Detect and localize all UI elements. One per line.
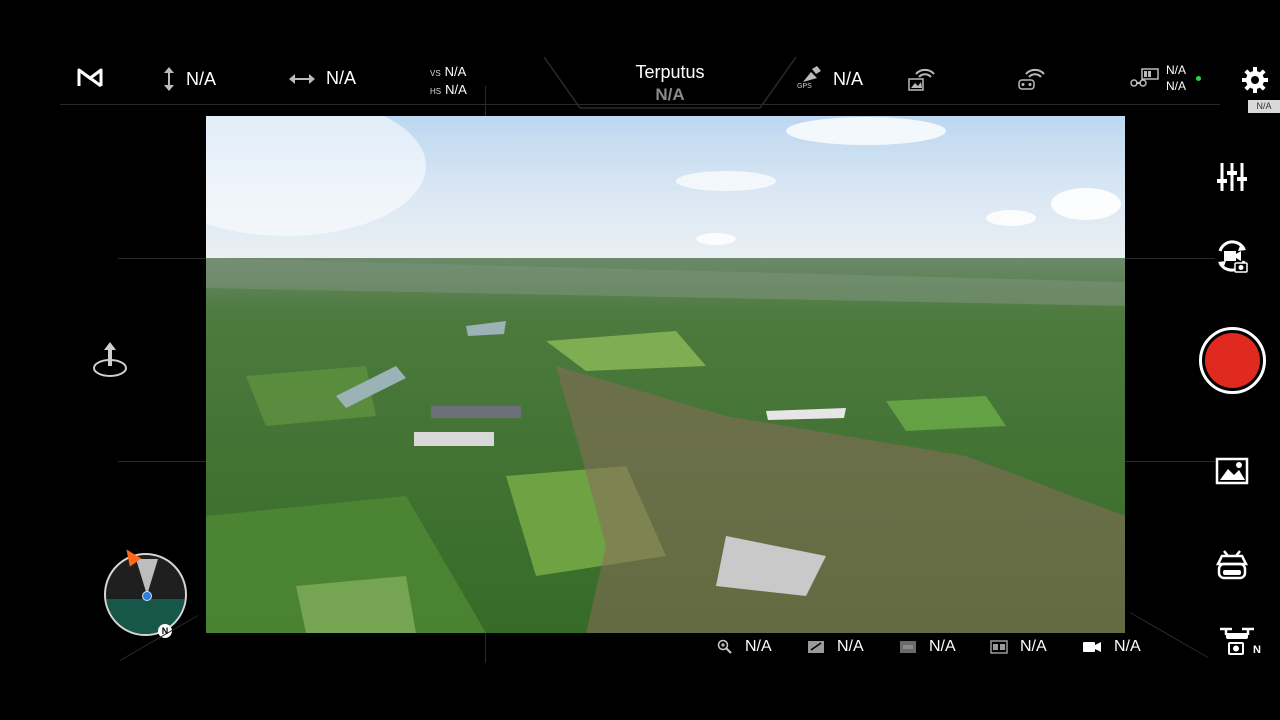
hud-line-left-upper	[118, 258, 206, 259]
iso-value: N/A	[929, 638, 956, 655]
zoom-value: N/A	[745, 638, 772, 655]
connection-status-sub: N/A	[655, 85, 685, 104]
drone-camera-icon	[1220, 627, 1254, 655]
record-button[interactable]	[1199, 327, 1266, 394]
hs-label: HS	[430, 87, 442, 96]
heading-cone	[136, 559, 158, 595]
hud-line-left-lower	[118, 461, 206, 462]
shutter-indicator[interactable]: N/A	[990, 638, 1047, 656]
battery-value-2: N/A	[1166, 79, 1187, 93]
drone-camera-mode-button[interactable]: N	[1212, 620, 1262, 660]
distance-indicator: N/A	[288, 68, 356, 89]
image-signal-icon	[908, 68, 935, 91]
status-dot	[1196, 75, 1202, 81]
video-value: N/A	[1114, 638, 1141, 655]
shutter-icon	[990, 640, 1008, 654]
drone-logo-icon	[77, 68, 103, 88]
aircraft-position-dot	[142, 591, 152, 601]
vertical-arrow-icon	[164, 67, 174, 91]
camera-settings-button[interactable]	[1212, 157, 1252, 197]
gps-indicator[interactable]: GPS N/A	[797, 66, 863, 92]
hud-line-right-upper	[1125, 258, 1215, 259]
zoom-icon	[717, 639, 732, 654]
altitude-value: N/A	[186, 68, 217, 89]
record-indicator	[1205, 333, 1260, 388]
horizontal-arrow-icon	[289, 73, 315, 84]
gps-icon: GPS	[797, 66, 823, 92]
remote-controller-signal[interactable]	[1018, 68, 1046, 92]
gear-icon	[1242, 67, 1268, 93]
video-resolution-indicator[interactable]: N/A	[1082, 638, 1141, 656]
video-camera-icon	[1083, 642, 1101, 652]
settings-button[interactable]	[1241, 66, 1269, 94]
drone-mode-label: N	[1253, 644, 1261, 656]
ev-indicator[interactable]: N/A	[807, 638, 864, 656]
drone-battery-icon	[1130, 68, 1159, 87]
camera-feed[interactable]	[206, 116, 1125, 633]
altitude-indicator: N/A	[162, 66, 216, 92]
hud-line-right-diagonal	[1129, 612, 1209, 658]
zoom-indicator[interactable]: N/A	[717, 638, 772, 656]
hud-line-top-center	[485, 86, 486, 116]
battery-value-1: N/A	[1166, 63, 1187, 77]
iso-icon	[900, 641, 916, 653]
hs-value: N/A	[445, 82, 467, 97]
attitude-compass[interactable]	[104, 553, 187, 636]
connection-status-title: Terputus	[635, 62, 705, 82]
ev-icon	[808, 641, 824, 653]
takeoff-button[interactable]	[90, 340, 130, 380]
vs-label: VS	[430, 69, 441, 78]
connection-status[interactable]: Terputus N/A	[590, 62, 750, 105]
takeoff-icon	[93, 342, 127, 377]
distance-value: N/A	[326, 68, 357, 88]
controller-signal-icon	[1018, 68, 1045, 90]
switch-camera-mode-button[interactable]	[1212, 236, 1252, 276]
speed-indicator: VS N/A HS N/A	[430, 64, 467, 100]
hud-line-bottom-center	[485, 633, 486, 663]
gps-label: GPS	[797, 83, 812, 90]
ev-value: N/A	[837, 638, 864, 655]
camera-switch-icon	[1218, 240, 1248, 273]
battery-indicator[interactable]: N/A N/A	[1130, 62, 1202, 94]
home-mode-button[interactable]	[77, 66, 103, 90]
gps-value: N/A	[833, 68, 864, 89]
settings-na-tag: N/A	[1248, 100, 1280, 113]
aerial-landscape-image	[206, 116, 1125, 633]
vs-value: N/A	[444, 64, 467, 79]
iso-indicator[interactable]: N/A	[899, 638, 956, 656]
gallery-icon	[1215, 457, 1249, 485]
sliders-icon	[1217, 163, 1247, 191]
shutter-value: N/A	[1020, 638, 1047, 655]
robot-icon	[1215, 550, 1249, 580]
gallery-button[interactable]	[1212, 451, 1252, 491]
image-transmission-signal[interactable]	[908, 68, 936, 92]
hud-line-right-lower	[1125, 461, 1215, 462]
remote-id-button[interactable]	[1212, 545, 1252, 585]
